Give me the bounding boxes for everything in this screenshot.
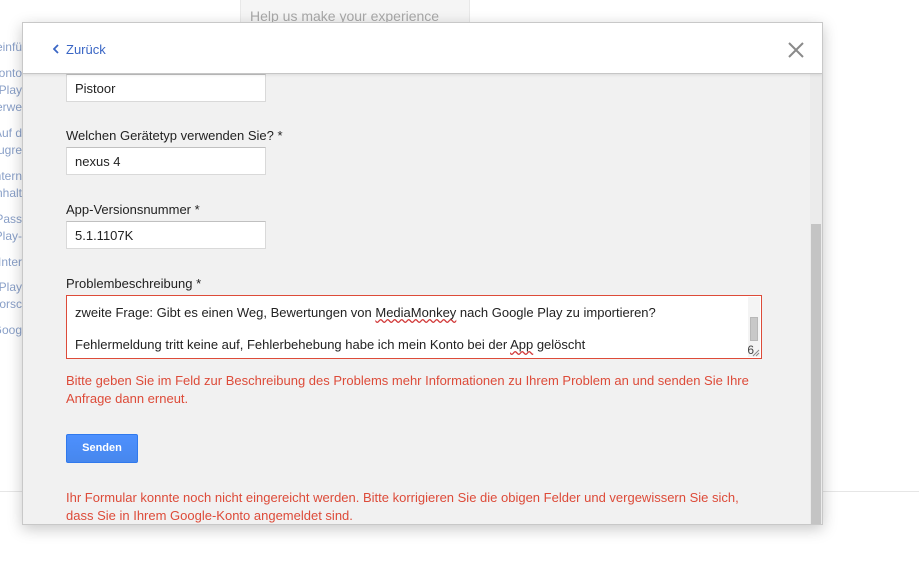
background-nav-fragment: Play- <box>0 229 22 243</box>
form-error-message: Ihr Formular konnte noch nicht eingereic… <box>66 490 739 523</box>
textarea-scroll-thumb[interactable] <box>750 317 758 341</box>
dialog-scrollbar[interactable] <box>810 74 822 524</box>
background-nav-fragment: Auf d <box>0 126 22 140</box>
device-type-field[interactable] <box>66 147 266 175</box>
name-field[interactable] <box>66 74 266 102</box>
description-text-line-2: Fehlermeldung tritt keine auf, Fehlerbeh… <box>75 337 586 352</box>
background-nav-fragment: Konto <box>0 66 22 80</box>
back-link[interactable]: Zurück <box>53 40 106 58</box>
dialog-scroll-thumb[interactable] <box>811 224 821 524</box>
background-top-strip: Help us make your experience <box>240 0 470 24</box>
app-version-label: App-Versionsnummer * <box>66 202 200 217</box>
background-nav-fragment: einfü <box>0 40 22 54</box>
close-button[interactable] <box>786 40 806 60</box>
spellcheck-word: MediaMonkey <box>375 305 457 320</box>
background-nav-fragment: Pass <box>0 212 22 226</box>
dialog-header: Zurück <box>23 23 822 74</box>
send-button[interactable]: Senden <box>66 434 138 463</box>
spellcheck-word: App <box>510 337 534 352</box>
close-icon <box>788 42 804 58</box>
feedback-dialog: Zurück Welchen Gerätetyp verwenden Sie? … <box>22 22 823 525</box>
description-text-line-1: zweite Frage: Gibt es einen Weg, Bewertu… <box>75 305 656 320</box>
description-label: Problembeschreibung * <box>66 276 202 291</box>
background-nav-fragment: Play <box>0 280 22 294</box>
background-nav-fragment: Inter <box>0 255 22 269</box>
app-version-field[interactable] <box>66 221 266 249</box>
dialog-scroll-area[interactable]: Welchen Gerätetyp verwenden Sie? * App-V… <box>23 74 822 524</box>
background-nav: einfü Konto Play verwe Auf d ugre Intern… <box>0 38 22 358</box>
background-nav-fragment: inhalt <box>0 186 22 200</box>
background-nav-fragment: verwe <box>0 100 22 114</box>
back-link-label: Zurück <box>66 41 106 57</box>
background-nav-fragment: Intern <box>0 169 22 183</box>
description-error-message: Bitte geben Sie im Feld zur Beschreibung… <box>66 373 749 406</box>
device-type-label: Welchen Gerätetyp verwenden Sie? * <box>66 128 283 143</box>
background-nav-fragment: Play <box>0 83 22 97</box>
background-nav-fragment: Goog <box>0 323 22 337</box>
background-nav-fragment: ugre <box>0 143 22 157</box>
background-nav-fragment: orsc <box>0 297 22 311</box>
chevron-left-icon <box>53 44 59 54</box>
description-textarea[interactable]: zweite Frage: Gibt es einen Weg, Bewertu… <box>66 295 762 359</box>
resize-grip-icon[interactable] <box>752 349 760 357</box>
